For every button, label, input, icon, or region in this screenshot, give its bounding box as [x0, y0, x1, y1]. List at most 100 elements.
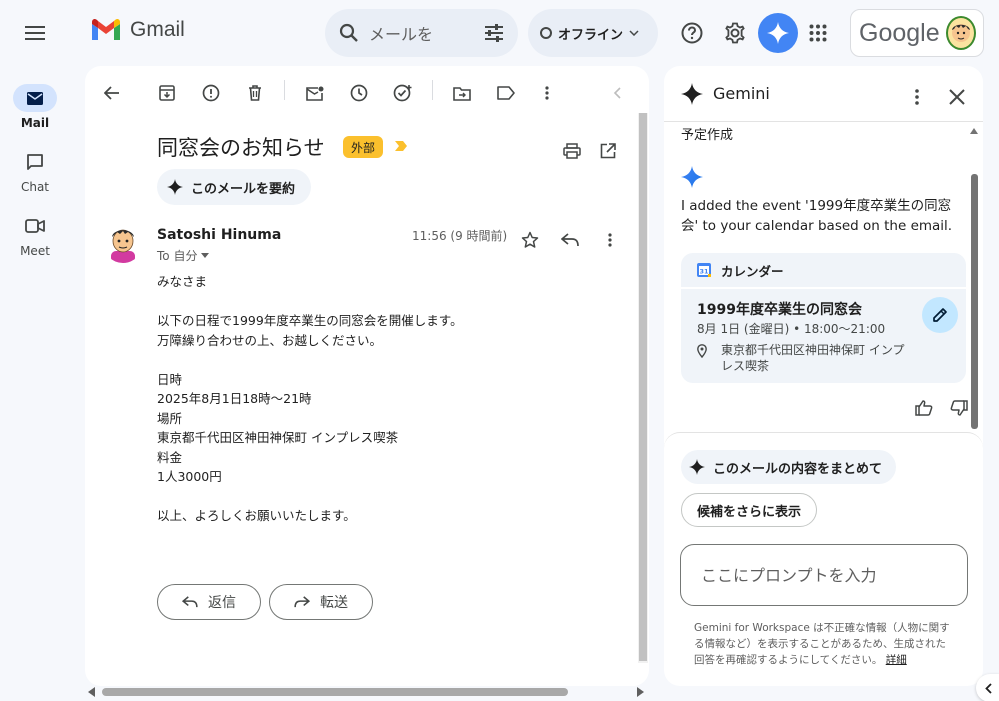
google-apps-button[interactable] — [801, 16, 835, 50]
offline-status-button[interactable]: オフライン — [528, 9, 658, 57]
gemini-sparkle-icon — [767, 22, 789, 44]
help-icon — [681, 22, 703, 44]
recipient-details[interactable]: To 自分 — [157, 247, 210, 264]
mark-unread-button[interactable] — [300, 78, 330, 108]
hamburger-icon — [25, 26, 45, 40]
sender-avatar[interactable] — [103, 223, 143, 263]
gmail-m-icon — [92, 18, 120, 40]
calendar-card-header: 31 カレンダー — [681, 253, 966, 289]
pencil-icon — [933, 308, 947, 322]
labels-button[interactable] — [491, 78, 521, 108]
rail-chat-pill — [13, 148, 57, 176]
move-to-button[interactable] — [447, 78, 477, 108]
rail-mail-label: Mail — [20, 116, 50, 130]
gear-icon — [725, 22, 745, 44]
print-button[interactable] — [555, 134, 589, 168]
thumbs-up-button[interactable] — [907, 391, 941, 425]
gemini-prompt-input[interactable] — [680, 544, 968, 606]
delete-button[interactable] — [240, 78, 270, 108]
archive-button[interactable] — [152, 78, 182, 108]
event-title: 1999年度卒業生の同窓会 — [697, 302, 862, 318]
scroll-right-arrow-icon[interactable] — [636, 687, 644, 697]
suggestion-chip-summarize[interactable]: このメールの内容をまとめて — [681, 450, 897, 484]
report-icon — [202, 84, 220, 102]
gemini-response-text: I added the event '1999年度卒業生の同窓会' to you… — [681, 198, 953, 234]
summarize-email-chip[interactable]: このメールを要約 — [157, 169, 312, 205]
report-spam-button[interactable] — [196, 78, 226, 108]
toolbar-divider — [432, 80, 433, 100]
open-in-new-icon — [600, 143, 616, 159]
offline-status-icon — [540, 27, 552, 39]
rail-item-chat[interactable]: Chat — [8, 148, 62, 194]
star-button[interactable] — [513, 223, 547, 257]
rail-item-meet[interactable]: Meet — [8, 212, 62, 258]
more-suggestions-button[interactable]: 候補をさらに表示 — [681, 493, 818, 527]
forward-icon — [294, 596, 310, 608]
gemini-more-button[interactable] — [900, 80, 934, 114]
gemini-button[interactable] — [758, 13, 798, 53]
app-name: Gmail — [130, 18, 185, 41]
message-more-button[interactable] — [593, 223, 627, 257]
importance-marker-icon[interactable] — [394, 140, 408, 152]
rail-item-mail[interactable]: Mail — [8, 84, 62, 130]
external-badge: 外部 — [343, 136, 384, 158]
gemini-header: Gemini — [664, 66, 983, 122]
side-panel-toggle-button[interactable] — [976, 674, 999, 701]
location-pin-icon — [697, 344, 707, 358]
sender-name[interactable]: Satoshi Hinuma — [157, 227, 281, 243]
event-location: 東京都千代田区神田神保町 インプレス喫茶 — [721, 343, 905, 373]
forward-button[interactable]: 転送 — [269, 584, 373, 620]
thumbs-down-icon — [950, 400, 968, 416]
calendar-card-title: カレンダー — [721, 263, 784, 279]
search-icon — [339, 23, 358, 42]
open-new-window-button[interactable] — [591, 134, 625, 168]
settings-button[interactable] — [718, 16, 752, 50]
more-actions-button[interactable] — [532, 78, 562, 108]
horizontal-scrollbar[interactable] — [88, 685, 648, 699]
help-button[interactable] — [675, 16, 709, 50]
edit-event-button[interactable] — [922, 297, 958, 333]
more-vert-icon — [545, 86, 549, 100]
close-icon — [949, 89, 965, 105]
gemini-response-icon — [681, 166, 703, 188]
more-vert-icon — [608, 233, 612, 247]
gemini-sparkle-icon — [689, 459, 705, 475]
gmail-logo[interactable]: Gmail — [90, 18, 185, 42]
rail-chat-label: Chat — [20, 180, 50, 194]
account-avatar[interactable] — [945, 16, 976, 50]
newer-email-button[interactable] — [602, 78, 632, 108]
reply-label: 返信 — [208, 595, 236, 611]
toolbar-divider — [284, 80, 285, 100]
recipient-label: To 自分 — [157, 249, 198, 263]
search-bar[interactable]: メールを — [325, 9, 518, 57]
account-switcher[interactable]: Google — [850, 9, 984, 57]
gemini-sparkle-icon — [681, 83, 703, 105]
search-placeholder: メールを — [369, 25, 434, 44]
search-options-icon[interactable] — [484, 24, 504, 42]
horizontal-scrollbar-thumb[interactable] — [102, 688, 568, 696]
disclaimer-learn-more-link[interactable]: 詳細 — [886, 654, 907, 666]
gemini-side-panel: Gemini 予定作成 I added the event '1999年度卒業生… — [664, 66, 983, 686]
reply-icon-button[interactable] — [553, 223, 587, 257]
scroll-up-arrow-icon[interactable] — [970, 128, 978, 134]
email-timestamp: 11:56 (9 時間前) — [412, 229, 508, 243]
reply-icon — [561, 233, 579, 247]
back-button[interactable] — [97, 78, 127, 108]
reply-button[interactable]: 返信 — [157, 584, 261, 620]
print-icon — [563, 143, 581, 159]
gemini-close-button[interactable] — [940, 80, 974, 114]
gemini-scrollbar-thumb[interactable] — [971, 174, 978, 429]
forward-label: 転送 — [320, 595, 348, 611]
rail-meet-pill — [13, 212, 57, 240]
avatar-face-icon — [951, 24, 970, 42]
scroll-left-arrow-icon[interactable] — [88, 687, 96, 697]
chevron-left-icon — [984, 682, 992, 694]
video-camera-icon — [25, 219, 45, 233]
main-menu-button[interactable] — [18, 17, 52, 49]
add-to-tasks-button[interactable] — [388, 78, 418, 108]
disclaimer-text: Gemini for Workspace は不正確な情報（人物に関する情報など）… — [694, 622, 950, 666]
snooze-button[interactable] — [344, 78, 374, 108]
email-vertical-scrollbar[interactable] — [638, 113, 648, 663]
gemini-vertical-scrollbar[interactable] — [969, 126, 979, 431]
email-scrollbar-thumb[interactable] — [639, 113, 647, 661]
